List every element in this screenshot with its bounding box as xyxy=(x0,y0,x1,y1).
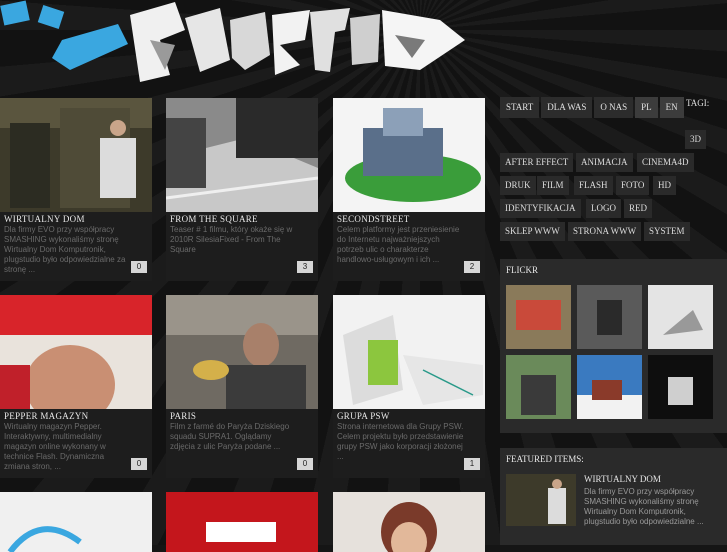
card-thumbnail[interactable] xyxy=(333,295,485,409)
card-description: Film z farmé do Paryża Dziskiego squadu … xyxy=(170,422,290,451)
portfolio-card[interactable]: PARIS Film z farmé do Paryża Dziskiego s… xyxy=(166,295,318,478)
tag-system[interactable]: SYSTEM xyxy=(644,222,690,241)
portfolio-card[interactable]: WIRTUALNY DOM Dla firmy EVO przy współpr… xyxy=(0,98,152,281)
card-description: Wirtualny magazyn Pepper. Interaktywny, … xyxy=(4,422,106,471)
tag-strona-www[interactable]: STRONA WWW xyxy=(568,222,642,241)
tags-label: TAGI: xyxy=(686,98,710,108)
card-title: SECONDSTREET xyxy=(337,214,410,224)
plugstudio-logo[interactable] xyxy=(0,0,470,95)
tag-red[interactable]: RED xyxy=(624,199,652,218)
thumb-image xyxy=(333,295,485,409)
flickr-photo[interactable] xyxy=(577,355,642,419)
tag-foto[interactable]: FOTO xyxy=(616,176,650,195)
comment-count[interactable]: 0 xyxy=(131,261,147,273)
card-title: GRUPA PSW xyxy=(337,411,390,421)
card-description: Celem platformy jest przeniesienie do In… xyxy=(337,225,460,264)
card-thumbnail[interactable] xyxy=(0,98,152,212)
thumb-image xyxy=(166,98,318,212)
card-thumbnail[interactable] xyxy=(166,98,318,212)
card-thumbnail[interactable] xyxy=(0,295,152,409)
nav-dla-was[interactable]: DLA WAS xyxy=(541,97,593,118)
nav-start[interactable]: START xyxy=(500,97,540,118)
card-title: WIRTUALNY DOM xyxy=(4,214,85,224)
tag-hd[interactable]: HD xyxy=(653,176,676,195)
tag-flash[interactable]: FLASH xyxy=(574,176,613,195)
card-thumbnail[interactable] xyxy=(333,98,485,212)
tag-after-effect[interactable]: AFTER EFFECT xyxy=(500,153,574,172)
flickr-heading: FLICKR xyxy=(506,265,539,275)
tag-cinema4d[interactable]: CINEMA4D xyxy=(637,153,694,172)
flickr-photo[interactable] xyxy=(648,355,713,419)
card-title: PARIS xyxy=(170,411,197,421)
featured-items: FEATURED ITEMS: WIRTUALNY DOM Dla firmy … xyxy=(500,448,727,545)
thumb-image xyxy=(166,295,318,409)
lang-en[interactable]: EN xyxy=(659,97,684,118)
tag-druk[interactable]: DRUK xyxy=(500,176,536,195)
card-description: Strona internetowa dla Grupy PSW. Celem … xyxy=(337,422,464,461)
portfolio-card[interactable] xyxy=(333,492,485,552)
thumb-image xyxy=(166,492,318,552)
flickr-photo[interactable] xyxy=(577,285,642,349)
portfolio-card[interactable]: FROM THE SQUARE Teaser # 1 filmu, który … xyxy=(166,98,318,281)
thumb-image xyxy=(0,98,152,212)
featured-title[interactable]: WIRTUALNY DOM xyxy=(584,474,661,484)
tag-logo[interactable]: LOGO xyxy=(586,199,621,218)
thumb-image xyxy=(333,98,485,212)
featured-heading: FEATURED ITEMS: xyxy=(506,454,584,464)
card-title: FROM THE SQUARE xyxy=(170,214,258,224)
lang-pl[interactable]: PL xyxy=(635,97,658,118)
featured-description: Dla firmy EVO przy współpracy SMASHING w… xyxy=(584,487,704,526)
tag-animacja[interactable]: ANIMACJA xyxy=(576,153,633,172)
portfolio-card[interactable]: GRUPA PSW Strona internetowa dla Grupy P… xyxy=(333,295,485,478)
tag-3d[interactable]: 3D xyxy=(685,130,706,149)
portfolio-card[interactable] xyxy=(0,492,152,552)
tag-identyfikacja[interactable]: IDENTYFIKACJA xyxy=(500,199,581,218)
portfolio-card[interactable]: PEPPER MAGAZYN Wirtualny magazyn Pepper.… xyxy=(0,295,152,478)
flickr-widget: FLICKR xyxy=(500,259,727,433)
portfolio-card[interactable]: SECONDSTREET Celem platformy jest przeni… xyxy=(333,98,485,281)
comment-count[interactable]: 2 xyxy=(464,261,480,273)
flickr-photo[interactable] xyxy=(506,285,571,349)
comment-count[interactable]: 1 xyxy=(464,458,480,470)
flickr-photo[interactable] xyxy=(648,285,713,349)
thumb-image xyxy=(333,492,485,552)
flickr-photo[interactable] xyxy=(506,355,571,419)
main-nav: START DLA WAS O NAS PL EN xyxy=(500,97,684,118)
comment-count[interactable]: 0 xyxy=(131,458,147,470)
card-description: Dla firmy EVO przy współpracy SMASHING w… xyxy=(4,225,126,274)
card-description: Teaser # 1 filmu, który okaże się w 2010… xyxy=(170,225,293,254)
card-thumbnail[interactable] xyxy=(166,295,318,409)
comment-count[interactable]: 3 xyxy=(297,261,313,273)
portfolio-card[interactable] xyxy=(166,492,318,552)
comment-count[interactable]: 0 xyxy=(297,458,313,470)
tag-sklep-www[interactable]: SKLEP WWW xyxy=(500,222,565,241)
thumb-image xyxy=(0,295,152,409)
nav-o-nas[interactable]: O NAS xyxy=(594,97,634,118)
featured-thumbnail[interactable] xyxy=(506,474,576,526)
thumb-image xyxy=(0,492,152,552)
tag-film[interactable]: FILM xyxy=(537,176,569,195)
card-title: PEPPER MAGAZYN xyxy=(4,411,89,421)
